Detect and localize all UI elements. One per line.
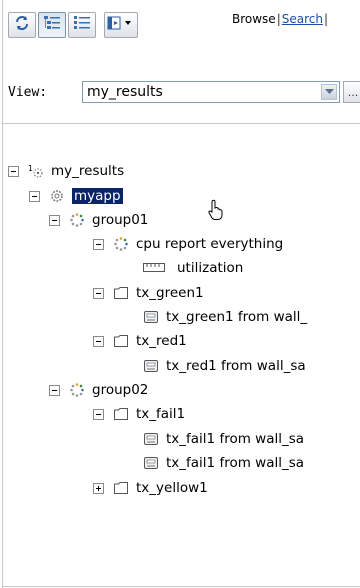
expand-toggle-icon[interactable]: [93, 482, 104, 494]
tree-node-tx-fail1[interactable]: tx_fail1: [93, 403, 185, 425]
tree-node-group02[interactable]: group02: [49, 379, 148, 401]
tree-node-label: group01: [92, 212, 149, 228]
tree-node-tx-red1[interactable]: tx_red1: [93, 330, 187, 352]
tree-node-utilization[interactable]: utilization: [143, 257, 243, 279]
link-separator-trailing: |: [323, 12, 329, 26]
report-icon: [143, 455, 159, 471]
folder-icon: [113, 333, 129, 349]
chevron-down-icon[interactable]: [321, 84, 337, 100]
tree-node-root[interactable]: 1 my_results: [8, 160, 124, 182]
tree-node-label: tx_fail1: [136, 406, 186, 422]
view-label: View:: [8, 85, 48, 100]
report-icon: [143, 309, 159, 325]
tree-node-tx-green1-report[interactable]: tx_green1 from wall_: [143, 306, 307, 328]
tree-node-label: utilization: [177, 260, 244, 276]
tree-node-cpu-report[interactable]: cpu report everything: [93, 233, 283, 255]
tree-node-label: tx_red1: [136, 333, 187, 349]
application-gear-icon: [49, 188, 65, 204]
tree-node-label: group02: [92, 382, 149, 398]
folder-icon: [113, 285, 129, 301]
group-dots-icon: [69, 382, 85, 398]
collapse-toggle-icon[interactable]: [8, 165, 19, 177]
tree-node-label: tx_fail1 from wall_sa: [166, 431, 305, 447]
results-root-icon: 1: [28, 163, 44, 179]
tree-node-label: tx_green1: [136, 285, 204, 301]
view-select-value: my_results: [87, 84, 163, 100]
report-icon: [143, 431, 159, 447]
collapse-toggle-icon[interactable]: [29, 190, 40, 202]
tree-node-label: tx_fail1 from wall_sa: [166, 455, 305, 471]
collapse-toggle-icon[interactable]: [49, 214, 60, 226]
hand-cursor-icon: [207, 199, 225, 225]
collapse-toggle-icon[interactable]: [93, 238, 104, 250]
view-more-button[interactable]: ...: [343, 81, 360, 103]
refresh-icon: [14, 15, 30, 35]
tree-node-group01[interactable]: group01: [49, 209, 148, 231]
panel-left-border: [2, 0, 3, 588]
tree-view-icon: [43, 14, 61, 36]
metric-ruler-icon: [143, 260, 165, 276]
tree-node-tx-fail1-report[interactable]: tx_fail1 from wall_sa: [143, 452, 304, 474]
group-dots-icon: [69, 212, 85, 228]
tree-node-label: tx_green1 from wall_: [166, 309, 308, 325]
folder-icon: [113, 480, 129, 496]
collapse-toggle-icon[interactable]: [93, 287, 104, 299]
view-options-menu-button[interactable]: [104, 12, 138, 38]
group-dots-icon: [113, 236, 129, 252]
view-options-icon: [107, 15, 135, 35]
tree-node-tx-fail1-report[interactable]: tx_fail1 from wall_sa: [143, 428, 304, 450]
toolbar-divider: [2, 123, 360, 124]
report-icon: [143, 358, 159, 374]
collapse-toggle-icon[interactable]: [49, 384, 60, 396]
browse-link[interactable]: Browse: [232, 12, 276, 26]
folder-icon: [113, 406, 129, 422]
list-view-icon: [73, 14, 91, 36]
svg-text:1: 1: [28, 164, 33, 173]
tree-node-label: cpu report everything: [136, 236, 284, 252]
tree-node-label: tx_yellow1: [136, 480, 208, 496]
collapse-toggle-icon[interactable]: [93, 408, 104, 420]
tree-view-button[interactable]: [38, 12, 66, 38]
refresh-button[interactable]: [8, 12, 36, 38]
navigation-links: Browse|Search|: [232, 12, 329, 26]
tree-node-label: tx_red1 from wall_sa: [166, 358, 306, 374]
search-link[interactable]: Search: [282, 12, 323, 26]
tree-node-tx-red1-report[interactable]: tx_red1 from wall_sa: [143, 355, 306, 377]
tree-node-label: my_results: [51, 163, 125, 179]
tree-node-label-selected: myapp: [72, 188, 123, 204]
collapse-toggle-icon[interactable]: [93, 335, 104, 347]
results-browser-panel: Browse|Search| View: my_results ... 1 my…: [0, 0, 360, 588]
tree-node-myapp[interactable]: myapp: [29, 185, 123, 207]
list-view-button[interactable]: [68, 12, 96, 38]
panel-bottom-border: [2, 586, 360, 587]
link-separator: |: [276, 12, 281, 26]
view-select[interactable]: my_results: [82, 81, 340, 103]
tree-node-tx-yellow1[interactable]: tx_yellow1: [93, 477, 208, 499]
tree-node-tx-green1[interactable]: tx_green1: [93, 282, 204, 304]
